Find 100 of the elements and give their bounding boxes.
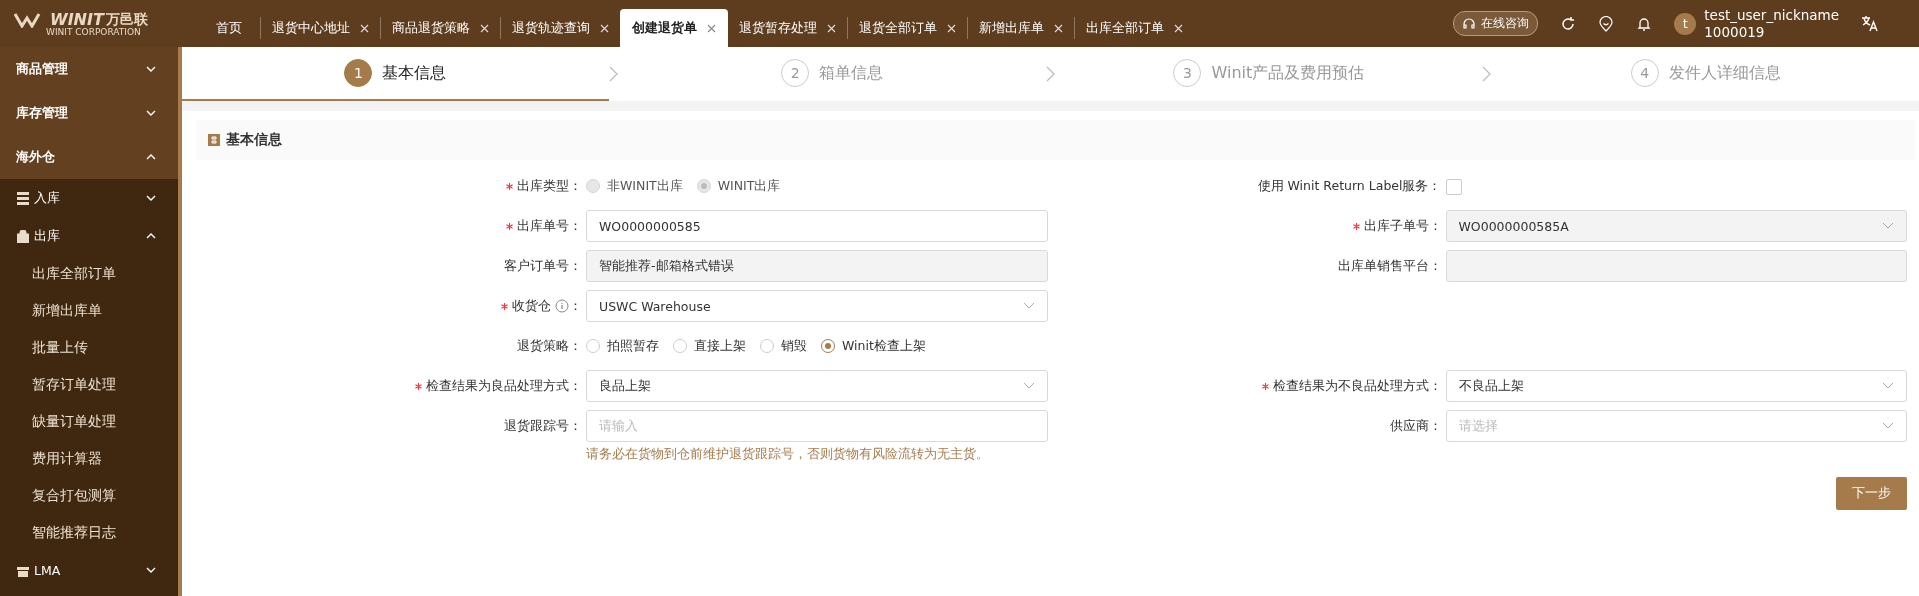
chevron-icon <box>146 231 156 241</box>
sidebar-item[interactable]: 批量上传 <box>0 329 178 366</box>
step-number: 1 <box>344 59 373 87</box>
tab-label: 退货全部订单 <box>859 19 937 37</box>
radio-label: Winit检查上架 <box>842 337 926 355</box>
username: test_user_nickname <box>1704 6 1839 24</box>
tab-label: 退货轨迹查询 <box>512 19 590 37</box>
tab-label: 商品退货策略 <box>392 19 470 37</box>
radio-button[interactable] <box>586 339 600 353</box>
bell-icon[interactable] <box>1636 15 1653 32</box>
chevron-down-icon <box>1882 422 1894 430</box>
sidebar-subgroup[interactable]: 出库 <box>0 217 178 255</box>
chevron-icon <box>146 64 156 74</box>
field-label: 退货跟踪号： <box>504 417 582 435</box>
radio-label: WINIT出库 <box>717 177 781 195</box>
chevron-right-icon <box>608 66 619 82</box>
chevron-icon <box>146 193 156 203</box>
page-tab[interactable]: 出库全部订单 <box>1074 17 1194 39</box>
sidebar-subgroup[interactable]: LMA <box>0 551 178 589</box>
sidebar-item[interactable]: 新增出库单 <box>0 292 178 329</box>
smile-pin-icon[interactable] <box>1598 15 1615 32</box>
subgroup-label: 入库 <box>34 189 61 207</box>
tab-label: 新增出库单 <box>979 19 1044 37</box>
subgroup-label: 出库 <box>34 227 61 245</box>
section-title: 基本信息 <box>226 131 282 149</box>
group-label: 商品管理 <box>16 60 68 78</box>
tab-label: 退货中心地址 <box>272 19 350 37</box>
chevron-icon <box>146 565 156 575</box>
field-label: 出库子单号： <box>1363 217 1442 235</box>
sidebar-item[interactable]: 出库全部订单 <box>0 255 178 292</box>
field-label: 退货策略： <box>517 337 582 355</box>
page-tab[interactable]: 退货暂存处理 <box>728 17 847 39</box>
online-consult-button[interactable]: 在线咨询 <box>1453 11 1539 36</box>
list-icon <box>17 191 29 205</box>
hint-text: 请务必在货物到仓前维护退货跟踪号，否则货物有风险流转为无主货。 <box>586 446 990 463</box>
sidebar-item[interactable]: 暂存订单处理 <box>0 366 178 403</box>
page-tab[interactable]: 新增出库单 <box>967 17 1074 39</box>
logo-name: 万邑联 <box>105 10 148 28</box>
chevron-down-icon <box>1882 382 1894 390</box>
radio-button[interactable] <box>821 339 835 353</box>
group-label: 海外仓 <box>16 148 55 166</box>
page-tab[interactable]: 商品退货策略 <box>380 17 500 39</box>
subgroup-label: LMA <box>34 562 62 578</box>
field-label: 使用 Winit Return Label服务： <box>1257 177 1442 195</box>
chevron-down-icon <box>1022 302 1035 310</box>
page-tab[interactable]: 退货全部订单 <box>847 17 967 39</box>
sidebar-group[interactable]: 库存管理 <box>0 91 178 135</box>
tab-label: 退货暂存处理 <box>739 19 817 37</box>
logo-subtitle: WINIT CORPORATION <box>46 27 142 37</box>
next-button[interactable]: 下一步 <box>1836 477 1907 510</box>
input-field[interactable]: WO0000000585 <box>586 210 1048 242</box>
field-label: 检查结果为不良品处理方式： <box>1272 377 1442 395</box>
page-tab[interactable]: 首页 <box>198 17 260 39</box>
bag-icon <box>17 229 29 243</box>
sidebar-item[interactable]: 缺量订单处理 <box>0 403 178 440</box>
field-label: 出库类型： <box>517 177 582 195</box>
select-field[interactable]: 不良品上架 <box>1445 370 1907 402</box>
translate-icon[interactable] <box>1861 14 1879 33</box>
grid-icon <box>208 134 220 146</box>
avatar[interactable]: t <box>1674 12 1697 35</box>
user-id: 1000019 <box>1704 23 1766 41</box>
logo-text: WINIT <box>50 10 104 29</box>
tab-label: 出库全部订单 <box>1086 19 1164 37</box>
sidebar-item[interactable]: 智能推荐日志 <box>0 514 178 551</box>
group-label: 库存管理 <box>16 104 68 122</box>
radio-button[interactable] <box>760 339 774 353</box>
field-label: 出库单号： <box>517 217 582 235</box>
sidebar-subgroup[interactable]: 入库 <box>0 179 178 217</box>
sidebar-item[interactable]: 复合打包测算 <box>0 477 178 514</box>
chevron-right-icon <box>1045 66 1056 82</box>
radio-label: 直接上架 <box>694 337 746 355</box>
step-label: 箱单信息 <box>819 62 884 84</box>
info-icon <box>555 299 569 313</box>
chevron-icon <box>146 108 156 118</box>
checkbox[interactable] <box>1445 179 1462 195</box>
step-label: 基本信息 <box>382 62 447 84</box>
field-label: 供应商： <box>1389 417 1442 435</box>
tab-label: 创建退货单 <box>632 19 697 37</box>
tab-label: 首页 <box>216 19 242 37</box>
field-label: 客户订单号： <box>504 257 582 275</box>
sidebar-item[interactable]: 费用计算器 <box>0 440 178 477</box>
select-field[interactable]: USWC Warehouse <box>586 290 1048 322</box>
refresh-icon[interactable] <box>1560 15 1577 32</box>
page-tab[interactable]: 创建退货单 <box>620 9 728 47</box>
radio-label: 销毁 <box>781 337 807 355</box>
sidebar-group[interactable]: 商品管理 <box>0 47 178 91</box>
field-label: 收货仓 <box>512 297 551 315</box>
chevron-down-icon <box>1882 222 1894 230</box>
radio-label: 拍照暂存 <box>607 337 659 355</box>
headset-icon <box>1462 16 1477 31</box>
field-label: 出库单销售平台： <box>1337 257 1442 275</box>
page-tab[interactable]: 退货中心地址 <box>260 17 380 39</box>
chevron-icon <box>146 152 156 162</box>
close-icon[interactable] <box>707 23 716 33</box>
radio-label: 非WINIT出库 <box>607 177 683 195</box>
select-field[interactable]: 良品上架 <box>586 370 1048 402</box>
radio-button[interactable] <box>673 339 687 353</box>
sidebar-group[interactable]: 海外仓 <box>0 135 178 179</box>
step-label: Winit产品及费用预估 <box>1211 62 1365 84</box>
field-label: 检查结果为良品处理方式： <box>426 377 582 395</box>
